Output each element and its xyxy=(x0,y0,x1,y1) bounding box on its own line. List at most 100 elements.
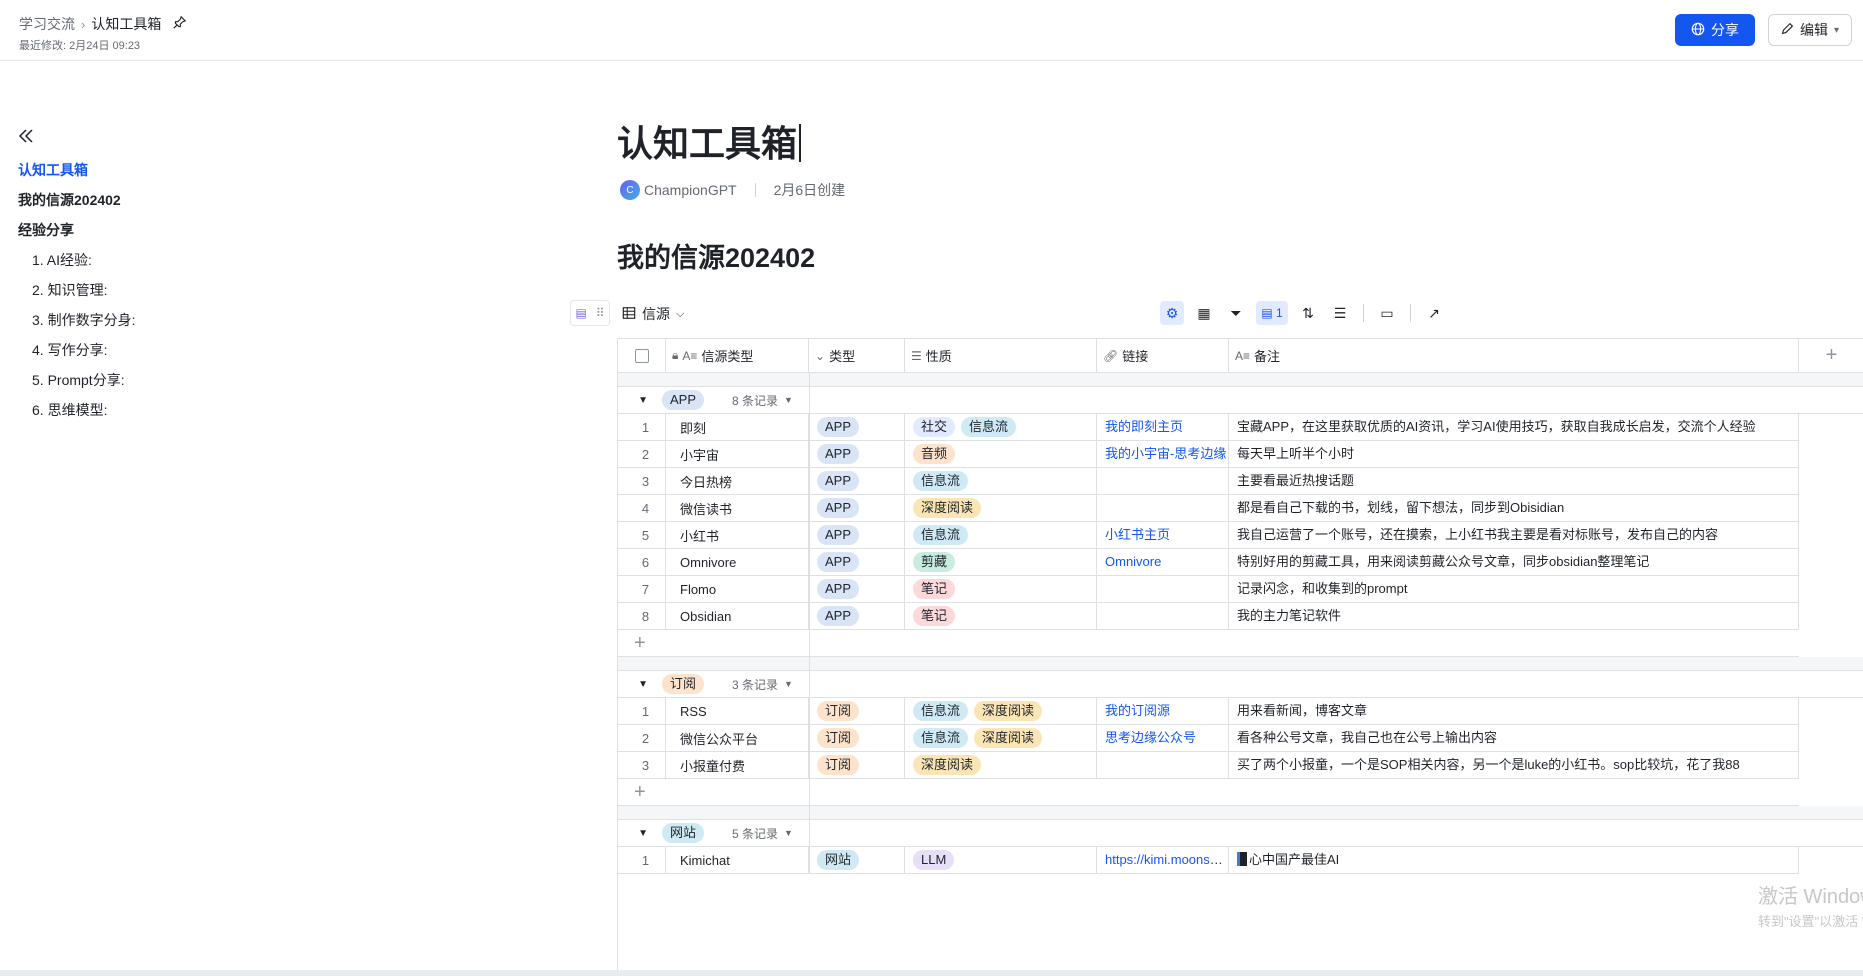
field-config-icon[interactable]: ▦ xyxy=(1192,301,1216,325)
table-row[interactable]: 3 今日热榜 APP 信息流 主要看最近热搜话题 xyxy=(618,468,1799,495)
table-row[interactable]: 4 微信读书 APP 深度阅读 都是看自己下载的书，划线，留下想法，同步到Obisidi… xyxy=(618,495,1799,522)
outline-item-sub[interactable]: 3. 制作数字分身: xyxy=(18,305,318,335)
type-cell[interactable]: APP xyxy=(809,522,905,548)
table-row[interactable]: 2 小宇宙 APP 音频 我的小宇宙-思考边缘 每天早上听半个小时 xyxy=(618,441,1799,468)
table-row[interactable]: 8 Obsidian APP 笔记 我的主力笔记软件 xyxy=(618,603,1799,630)
pin-icon[interactable] xyxy=(173,15,187,32)
outline-item-sub[interactable]: 2. 知识管理: xyxy=(18,275,318,305)
collapse-triangle-icon[interactable]: ▼ xyxy=(618,679,648,690)
outline-item-experience[interactable]: 经验分享 xyxy=(18,215,318,245)
link-text[interactable]: 我的小宇宙-思考边缘 xyxy=(1105,446,1226,461)
filter-icon[interactable]: ⏷ xyxy=(1224,301,1248,325)
type-cell[interactable]: APP xyxy=(809,549,905,575)
table-row[interactable]: 7 Flomo APP 笔记 记录闪念，和收集到的prompt xyxy=(618,576,1799,603)
source-name-cell[interactable]: Flomo xyxy=(666,576,809,602)
add-column-button[interactable]: + xyxy=(1799,339,1863,372)
type-cell[interactable]: APP xyxy=(809,414,905,440)
source-name-cell[interactable]: Obsidian xyxy=(666,603,809,629)
type-cell[interactable]: 网站 xyxy=(809,847,905,873)
outline-item-title[interactable]: 认知工具箱 xyxy=(18,155,318,185)
nature-cell[interactable]: 信息流 深度阅读 xyxy=(905,725,1097,751)
link-cell[interactable]: Omnivore xyxy=(1097,549,1229,575)
source-name-cell[interactable]: 微信公众平台 xyxy=(666,725,809,751)
nature-cell[interactable]: 信息流 xyxy=(905,522,1097,548)
type-cell[interactable]: APP xyxy=(809,495,905,521)
outline-item-sub[interactable]: 1. AI经验: xyxy=(18,245,318,275)
select-all-checkbox[interactable] xyxy=(618,339,666,372)
sort-icon[interactable]: ⇅ xyxy=(1296,301,1320,325)
page-title[interactable]: 认知工具箱 xyxy=(617,115,801,167)
nature-cell[interactable]: 音频 xyxy=(905,441,1097,467)
table-row[interactable]: 6 Omnivore APP 剪藏 Omnivore 特别好用的剪藏工具，用来阅读剪藏公众… xyxy=(618,549,1799,576)
type-cell[interactable]: 订阅 xyxy=(809,752,905,778)
section-heading[interactable]: 我的信源202402 xyxy=(617,236,815,275)
table-row[interactable]: 5 小红书 APP 信息流 小红书主页 我自己运营了一个账号，还在摸索，上小红书我主要是看… xyxy=(618,522,1799,549)
link-text[interactable]: 小红书主页 xyxy=(1105,527,1170,542)
edit-button[interactable]: 编辑 ▾ xyxy=(1768,14,1852,46)
nature-cell[interactable]: 深度阅读 xyxy=(905,752,1097,778)
source-name-cell[interactable]: 即刻 xyxy=(666,414,809,440)
block-handle[interactable]: ▤ ⠿ xyxy=(570,300,610,326)
column-header-source-type[interactable]: 🔒︎ A≡ 信源类型 xyxy=(666,339,809,372)
note-cell[interactable]: 我自己运营了一个账号，还在摸索，上小红书我主要是看对标账号，发布自己的内容 xyxy=(1229,522,1799,548)
nature-cell[interactable]: 信息流 深度阅读 xyxy=(905,698,1097,724)
nature-cell[interactable]: 笔记 xyxy=(905,576,1097,602)
link-cell[interactable] xyxy=(1097,468,1229,494)
collapse-triangle-icon[interactable]: ▼ xyxy=(618,395,648,406)
table-row[interactable]: 1Kimichat 网站 LLM https://kimi.moonshot.cn 心中… xyxy=(618,847,1799,874)
drag-handle-icon[interactable]: ⠿ xyxy=(596,306,605,320)
link-cell[interactable]: 小红书主页 xyxy=(1097,522,1229,548)
outline-item-sources[interactable]: 我的信源202402 xyxy=(18,185,318,215)
collapse-triangle-icon[interactable]: ▼ xyxy=(618,828,648,839)
nature-cell[interactable]: 深度阅读 xyxy=(905,495,1097,521)
column-header-note[interactable]: A≡ 备注 xyxy=(1229,339,1799,372)
link-cell[interactable] xyxy=(1097,495,1229,521)
link-cell[interactable] xyxy=(1097,576,1229,602)
note-cell[interactable]: 特别好用的剪藏工具，用来阅读剪藏公众号文章，同步obsidian整理笔记 xyxy=(1229,549,1799,575)
caret-down-icon[interactable]: ▼ xyxy=(784,395,793,405)
link-cell[interactable]: 我的订阅源 xyxy=(1097,698,1229,724)
nature-cell[interactable]: LLM xyxy=(905,847,1097,873)
link-cell[interactable]: 我的即刻主页 xyxy=(1097,414,1229,440)
link-cell[interactable] xyxy=(1097,603,1229,629)
link-cell[interactable]: 我的小宇宙-思考边缘 xyxy=(1097,441,1229,467)
note-cell[interactable]: 心中国产最佳AI xyxy=(1229,847,1799,873)
settings-icon[interactable]: ⚙ xyxy=(1160,301,1184,325)
caret-down-icon[interactable]: ▼ xyxy=(784,679,793,689)
author-name[interactable]: ChampionGPT xyxy=(644,182,737,198)
link-cell[interactable]: 思考边缘公众号 xyxy=(1097,725,1229,751)
group-header[interactable]: ▼ APP 8 条记录 ▼ xyxy=(618,387,1863,414)
source-name-cell[interactable]: 微信读书 xyxy=(666,495,809,521)
note-cell[interactable]: 买了两个小报童，一个是SOP相关内容，另一个是luke的小红书。sop比较坑，花… xyxy=(1229,752,1799,778)
nature-cell[interactable]: 笔记 xyxy=(905,603,1097,629)
outline-item-sub[interactable]: 6. 思维模型: xyxy=(18,395,318,425)
table-row[interactable]: 2 微信公众平台 订阅 信息流 深度阅读 思考边缘公众号 看各种公号文章，我自己也在公号上输… xyxy=(618,725,1799,752)
nature-cell[interactable]: 信息流 xyxy=(905,468,1097,494)
link-text[interactable]: Omnivore xyxy=(1105,554,1161,569)
link-text[interactable]: https://kimi.moonshot.cn xyxy=(1105,852,1228,867)
table-row[interactable]: 1 即刻 APP 社交 信息流 我的即刻主页 宝藏APP，在这里获取优质的AI资讯，学习AI… xyxy=(618,414,1799,441)
outline-item-sub[interactable]: 5. Prompt分享: xyxy=(18,365,318,395)
type-cell[interactable]: APP xyxy=(809,576,905,602)
note-cell[interactable]: 宝藏APP，在这里获取优质的AI资讯，学习AI使用技巧，获取自我成长启发，交流个… xyxy=(1229,414,1799,440)
add-record-button[interactable]: + xyxy=(618,779,1799,806)
nature-cell[interactable]: 剪藏 xyxy=(905,549,1097,575)
type-cell[interactable]: 订阅 xyxy=(809,698,905,724)
note-cell[interactable]: 我的主力笔记软件 xyxy=(1229,603,1799,629)
avatar[interactable]: C xyxy=(620,180,640,200)
source-name-cell[interactable]: 小红书 xyxy=(666,522,809,548)
caret-down-icon[interactable]: ▼ xyxy=(784,828,793,838)
link-cell[interactable] xyxy=(1097,752,1229,778)
open-external-icon[interactable]: ↗ xyxy=(1422,301,1446,325)
source-name-cell[interactable]: 今日热榜 xyxy=(666,468,809,494)
source-name-cell[interactable]: Kimichat xyxy=(666,847,809,873)
type-cell[interactable]: APP xyxy=(809,603,905,629)
row-height-icon[interactable]: ☰ xyxy=(1328,301,1352,325)
source-name-cell[interactable]: RSS xyxy=(666,698,809,724)
table-row[interactable]: 1 RSS 订阅 信息流 深度阅读 我的订阅源 用来看新闻，博客文章 xyxy=(618,698,1799,725)
link-text[interactable]: 我的订阅源 xyxy=(1105,703,1170,718)
double-chevron-left-icon[interactable] xyxy=(18,127,318,149)
column-header-type[interactable]: ⌄ 类型 xyxy=(809,339,905,372)
note-cell[interactable]: 用来看新闻，博客文章 xyxy=(1229,698,1799,724)
table-row[interactable]: 3 小报童付费 订阅 深度阅读 买了两个小报童，一个是SOP相关内容，另一个是luke的… xyxy=(618,752,1799,779)
